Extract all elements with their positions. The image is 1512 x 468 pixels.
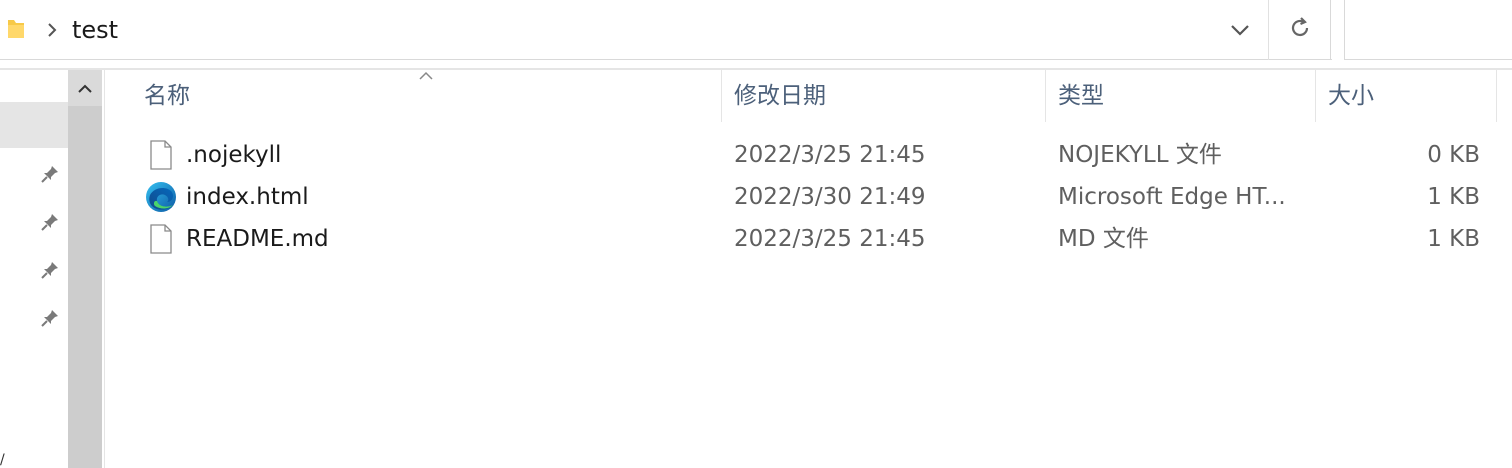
address-bar[interactable]: test bbox=[0, 0, 1332, 60]
blank-file-icon bbox=[144, 222, 178, 256]
address-right-border bbox=[1330, 0, 1331, 60]
stray-glyph: / bbox=[0, 452, 5, 468]
folder-icon bbox=[6, 18, 26, 40]
column-divider[interactable] bbox=[721, 70, 722, 122]
pin-icon[interactable] bbox=[38, 162, 62, 186]
address-dropdown-button[interactable] bbox=[1212, 0, 1268, 60]
file-size: 1 KB bbox=[1427, 226, 1480, 252]
file-type: Microsoft Edge HT... bbox=[1058, 184, 1286, 210]
column-header-name[interactable]: 名称 bbox=[134, 70, 720, 122]
file-size: 1 KB bbox=[1427, 184, 1480, 210]
file-size: 0 KB bbox=[1427, 142, 1480, 168]
chevron-down-icon bbox=[1230, 21, 1250, 40]
column-divider[interactable] bbox=[1315, 70, 1316, 122]
pin-icon[interactable] bbox=[38, 306, 62, 330]
navigation-pane[interactable] bbox=[0, 70, 104, 468]
file-name[interactable]: .nojekyll bbox=[186, 134, 281, 176]
refresh-button[interactable] bbox=[1270, 0, 1330, 60]
nav-selected-item[interactable] bbox=[0, 102, 68, 148]
chevron-right-icon[interactable] bbox=[44, 18, 60, 42]
scroll-up-button[interactable] bbox=[68, 70, 102, 106]
file-date: 2022/3/25 21:45 bbox=[734, 142, 926, 168]
chevron-up-icon bbox=[78, 79, 92, 98]
address-divider bbox=[1268, 0, 1269, 60]
nav-scrollbar[interactable] bbox=[68, 70, 102, 468]
nav-pane-border bbox=[104, 70, 105, 468]
column-header-type[interactable]: 类型 bbox=[1048, 70, 1314, 122]
file-row[interactable]: .nojekyll 2022/3/25 21:45 NOJEKYLL 文件 0 … bbox=[136, 134, 1496, 176]
pin-icon[interactable] bbox=[38, 258, 62, 282]
column-divider[interactable] bbox=[1496, 70, 1497, 122]
edge-icon bbox=[144, 180, 178, 214]
blank-file-icon bbox=[144, 138, 178, 172]
file-type: MD 文件 bbox=[1058, 226, 1149, 252]
file-type: NOJEKYLL 文件 bbox=[1058, 142, 1222, 168]
file-row[interactable]: README.md 2022/3/25 21:45 MD 文件 1 KB bbox=[136, 218, 1496, 260]
column-divider[interactable] bbox=[1045, 70, 1046, 122]
file-explorer-window: test / 名称 修改日期 类型 大小 .nojekyll 2022/3/25… bbox=[0, 0, 1512, 468]
file-row[interactable]: index.html 2022/3/30 21:49 Microsoft Edg… bbox=[136, 176, 1496, 218]
file-date: 2022/3/30 21:49 bbox=[734, 184, 926, 210]
refresh-icon bbox=[1288, 16, 1312, 44]
breadcrumb-item-test[interactable]: test bbox=[72, 14, 118, 46]
file-date: 2022/3/25 21:45 bbox=[734, 226, 926, 252]
search-box[interactable] bbox=[1344, 0, 1512, 60]
column-header-date[interactable]: 修改日期 bbox=[724, 70, 1044, 122]
file-name[interactable]: index.html bbox=[186, 176, 309, 218]
scroll-thumb[interactable] bbox=[68, 106, 102, 468]
pin-icon[interactable] bbox=[38, 210, 62, 234]
file-name[interactable]: README.md bbox=[186, 218, 329, 260]
column-header-size[interactable]: 大小 bbox=[1318, 70, 1494, 122]
